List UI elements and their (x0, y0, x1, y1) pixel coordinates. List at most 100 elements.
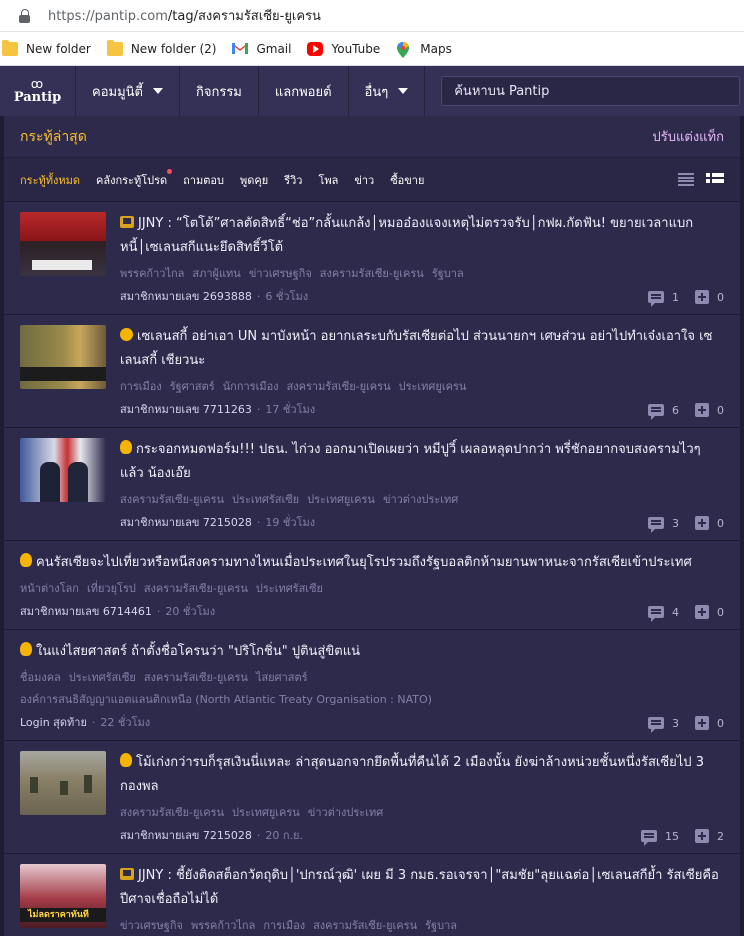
thread-stats: 30 (648, 716, 724, 733)
filter-tab[interactable]: โพล (318, 171, 338, 189)
thread-author[interactable]: สมาชิกหมายเลข 2693888 (120, 287, 252, 305)
thread-author[interactable]: สมาชิกหมายเลข 7711263 (120, 400, 252, 418)
filter-bar: กระทู้ทั้งหมด คลังกระทู้โปรด ถามตอบ พูดคุย ร… (4, 158, 740, 202)
thread-tag[interactable]: ข่าวเศรษฐกิจ (120, 916, 183, 936)
thread-row[interactable]: เซเลนสกี้ อย่าเอา UN มาบังหน้า อยากเลระบ… (4, 315, 740, 428)
pantip-logo[interactable]: ꝏ Pantip (0, 66, 76, 116)
thread-tag[interactable]: ประเทศยูเครน (232, 803, 300, 823)
thread-tag[interactable]: รัฐบาล (432, 264, 464, 284)
thread-tag[interactable]: สงครามรัสเซีย-ยูเครน (313, 916, 417, 936)
thread-row[interactable]: กระจอกหมดฟอร์ม!!! ปธน. ไก่วง ออกมาเปิดเผ… (4, 428, 740, 541)
thread-thumbnail[interactable] (20, 325, 106, 389)
filter-tab[interactable]: รีวิว (284, 171, 302, 189)
thread-tag[interactable]: พรรคก้าวไกล (191, 916, 255, 936)
thread-author[interactable]: Login สุดท้าย (20, 713, 87, 731)
thread-tag[interactable]: ข่าวเศรษฐกิจ (249, 264, 312, 284)
thread-tag[interactable]: รัฐศาสตร์ (170, 377, 215, 397)
chevron-down-icon (398, 88, 409, 94)
thread-tag[interactable]: ประเทศรัสเซีย (69, 668, 136, 688)
thread-tag[interactable]: สงครามรัสเซีย-ยูเครน (120, 490, 224, 510)
thread-tag[interactable]: ข่าวต่างประเทศ (383, 490, 458, 510)
thread-tag[interactable]: การเมือง (120, 377, 162, 397)
thread-title-text: กระจอกหมดฟอร์ม!!! ปธน. ไก่วง ออกมาเปิดเผ… (120, 442, 701, 481)
thread-meta: สมาชิกหมายเลข 7215028 · 20 ก.ย. (120, 823, 724, 847)
filter-tab[interactable]: พูดคุย (240, 171, 268, 189)
filter-tab[interactable]: กระทู้ทั้งหมด (20, 171, 80, 189)
filter-tab[interactable]: คลังกระทู้โปรด (96, 168, 173, 189)
thread-tag[interactable]: การเมือง (263, 916, 305, 936)
thumbnail-banner (32, 260, 92, 270)
thread-tag[interactable]: นักการเมือง (223, 377, 279, 397)
comment-icon (648, 717, 664, 733)
nav-item[interactable]: คอมมูนิตี้ (76, 66, 180, 116)
bookmark-item[interactable]: Maps (396, 37, 452, 61)
thread-tag[interactable]: สงครามรัสเซีย-ยูเครน (144, 668, 248, 688)
thread-title[interactable]: กระจอกหมดฟอร์ม!!! ปธน. ไก่วง ออกมาเปิดเผ… (120, 438, 724, 486)
vote-count: 0 (717, 605, 724, 619)
thread-title[interactable]: ในแง่ไสยศาสตร์ ถ้าตั้งชื่อโครนว่า "ปริโก… (20, 640, 724, 664)
thread-title[interactable]: JJNY : “โตโต้”ศาลตัดสิทธิ์“ช่อ”กลั้นแกล้… (120, 212, 724, 260)
thread-tag[interactable]: สงครามรัสเซีย-ยูเครน (120, 803, 224, 823)
thread-title[interactable]: เซเลนสกี้ อย่าเอา UN มาบังหน้า อยากเลระบ… (120, 325, 724, 373)
thread-tag[interactable]: ประเทศรัสเซีย (256, 579, 323, 599)
view-toggle (678, 172, 724, 187)
thread-tag[interactable]: เที่ยวยุโรป (87, 579, 136, 599)
filter-tab-label: กระทู้ทั้งหมด (20, 173, 80, 187)
thread-tag[interactable]: ประเทศยูเครน (307, 490, 375, 510)
thread-row[interactable]: โม้เก่งกว่ารบก็รุสเงินนี่แหละ ล่าสุดนอกจ… (4, 741, 740, 854)
thread-tag[interactable]: ชื่อมงคล (20, 668, 61, 688)
filter-tab[interactable]: ถามตอบ (183, 171, 224, 189)
vote-count: 0 (717, 290, 724, 304)
thread-tag[interactable]: ประเทศยูเครน (399, 377, 467, 397)
address-bar[interactable]: https://pantip.com/tag/สงครามรัสเซีย-ยูเ… (0, 0, 744, 32)
bookmark-item[interactable]: Gmail (232, 37, 291, 61)
thread-tag[interactable]: สงครามรัสเซีย-ยูเครน (287, 377, 391, 397)
filter-tab[interactable]: ซื้อขาย (390, 171, 424, 189)
thread-row[interactable]: ไม่ลดราคาทันที JJNY : ชี้ยังติดสต็อกวัตถุ… (4, 854, 740, 936)
nav-item[interactable]: แลกพอยต์ (259, 66, 349, 116)
bookmark-item[interactable]: New folder (2, 37, 91, 61)
meta-separator: · (256, 289, 261, 303)
thread-tag[interactable]: สงครามรัสเซีย-ยูเครน (320, 264, 424, 284)
thread-tag[interactable]: องค์การสนธิสัญญาแอตแลนติกเหนือ (North At… (20, 690, 432, 710)
thread-thumbnail[interactable] (20, 212, 106, 276)
nav-item[interactable]: อื่นๆ (349, 66, 426, 116)
thread-title[interactable]: JJNY : ชี้ยังติดสต็อกวัตถุดิบ│'ปกรณ์วุฒิ… (120, 864, 724, 912)
thread-title[interactable]: โม้เก่งกว่ารบก็รุสเงินนี่แหละ ล่าสุดนอกจ… (120, 751, 724, 799)
thread-title[interactable]: คนรัสเซียจะไปเที่ยวหรือหนีสงครามทางไหนเม… (20, 551, 724, 575)
meta-separator: · (256, 515, 261, 529)
thread-author[interactable]: สมาชิกหมายเลข 7215028 (120, 513, 252, 531)
thread-stats: 15 2 (641, 829, 724, 846)
bookmark-item[interactable]: New folder (2) (106, 37, 216, 61)
thread-row[interactable]: คนรัสเซียจะไปเที่ยวหรือหนีสงครามทางไหนเม… (4, 541, 740, 630)
list-view-icon[interactable] (678, 173, 694, 186)
card-view-icon[interactable] (706, 172, 724, 187)
thumbnail-banner (20, 367, 106, 381)
thread-tag[interactable]: หน้าต่างโลก (20, 579, 79, 599)
search-box[interactable] (441, 76, 740, 106)
thread-tag[interactable]: สภาผู้แทน (192, 264, 240, 284)
search-input[interactable] (454, 83, 739, 99)
maps-icon (396, 41, 412, 58)
lock-icon[interactable] (18, 8, 32, 23)
customize-tags-link[interactable]: ปรับแต่งแท็ก (653, 126, 724, 147)
thread-row[interactable]: ในแง่ไสยศาสตร์ ถ้าตั้งชื่อโครนว่า "ปริโก… (4, 630, 740, 741)
thread-tag[interactable]: สงครามรัสเซีย-ยูเครน (144, 579, 248, 599)
thread-tag[interactable]: ข่าวต่างประเทศ (308, 803, 383, 823)
bookmark-item[interactable]: YouTube (307, 37, 380, 61)
nav-item[interactable]: กิจกรรม (180, 66, 259, 116)
thread-tag[interactable]: รัฐบาล (425, 916, 457, 936)
thread-author[interactable]: สมาชิกหมายเลข 7215028 (120, 826, 252, 844)
thread-thumbnail[interactable] (20, 438, 106, 502)
thread-thumbnail[interactable]: ไม่ลดราคาทันที (20, 864, 106, 928)
vote-plus-icon (695, 716, 709, 730)
filter-tab[interactable]: ข่าว (354, 171, 374, 189)
thread-tag[interactable]: ประเทศรัสเซีย (232, 490, 299, 510)
thread-row[interactable]: JJNY : “โตโต้”ศาลตัดสิทธิ์“ช่อ”กลั้นแกล้… (4, 202, 740, 315)
thread-thumbnail[interactable] (20, 751, 106, 815)
url-text[interactable]: https://pantip.com/tag/สงครามรัสเซีย-ยูเ… (48, 5, 321, 26)
thread-meta: Login สุดท้าย · 22 ชั่วโมง (20, 710, 724, 734)
thread-author[interactable]: สมาชิกหมายเลข 6714461 (20, 602, 152, 620)
thread-tag[interactable]: ไสยศาสตร์ (256, 668, 308, 688)
thread-tag[interactable]: พรรคก้าวไกล (120, 264, 184, 284)
